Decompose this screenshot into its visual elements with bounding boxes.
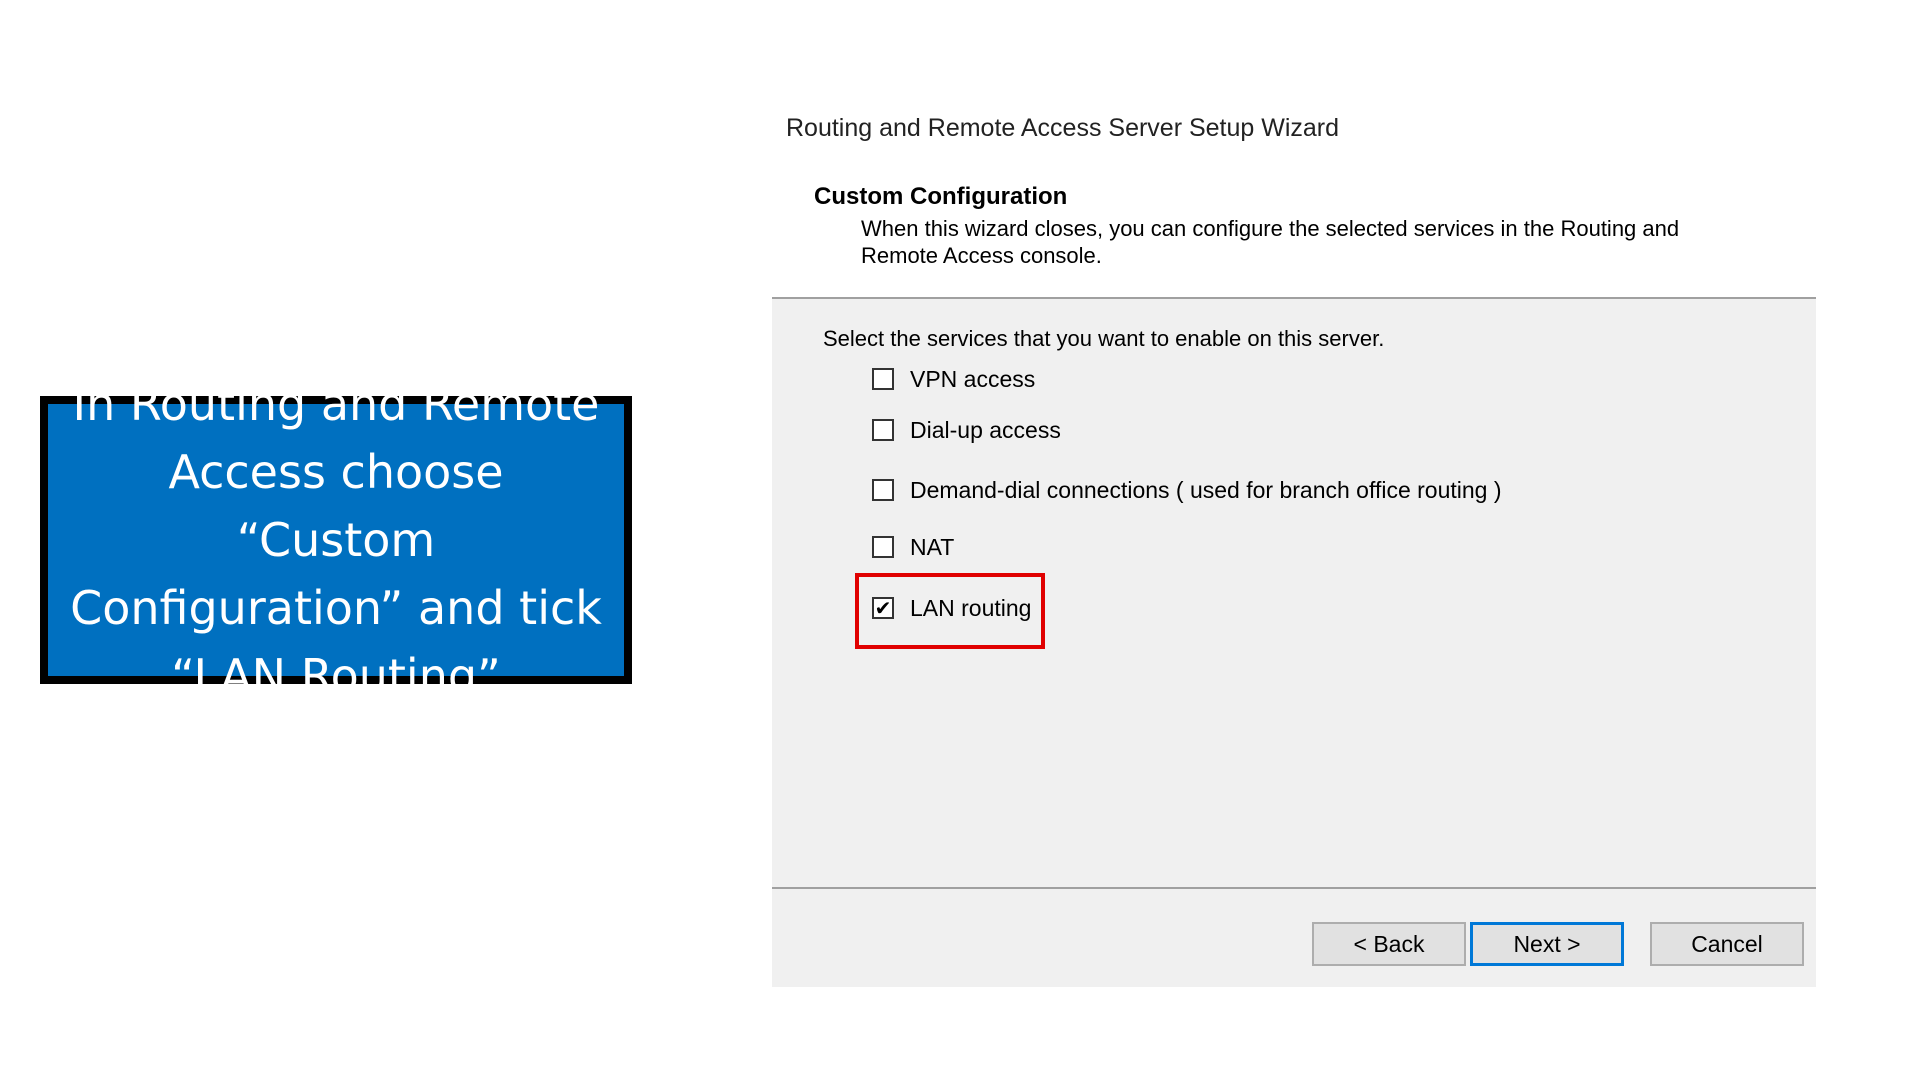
cancel-button[interactable]: Cancel xyxy=(1650,922,1804,966)
option-label: VPN access xyxy=(910,365,1036,392)
option-label: Dial-up access xyxy=(910,416,1061,443)
nat-checkbox[interactable] xyxy=(872,536,894,558)
back-button[interactable]: < Back xyxy=(1312,922,1466,966)
option-dial-up-access[interactable]: Dial-up access xyxy=(872,415,1061,445)
option-vpn-access[interactable]: VPN access xyxy=(872,364,1035,394)
lan-routing-checkbox[interactable]: ✔ xyxy=(872,597,894,619)
section-description: When this wizard closes, you can configu… xyxy=(861,216,1680,268)
services-prompt: Select the services that you want to ena… xyxy=(823,326,1385,351)
option-demand-dial[interactable]: Demand-dial connections ( used for branc… xyxy=(872,475,1502,505)
demand-dial-checkbox[interactable] xyxy=(872,479,894,501)
option-label: LAN routing xyxy=(910,594,1032,621)
callout-text: In Routing and Remote Access choose “Cus… xyxy=(70,377,602,703)
option-nat[interactable]: NAT xyxy=(872,532,954,562)
dial-up-access-checkbox[interactable] xyxy=(872,419,894,441)
instruction-callout: In Routing and Remote Access choose “Cus… xyxy=(40,377,632,703)
dialog-title: Routing and Remote Access Server Setup W… xyxy=(786,114,1340,142)
option-label: Demand-dial connections ( used for branc… xyxy=(910,476,1502,503)
next-button[interactable]: Next > xyxy=(1470,922,1624,966)
option-lan-routing[interactable]: ✔ LAN routing xyxy=(872,593,1031,623)
vpn-access-checkbox[interactable] xyxy=(872,368,894,390)
checkmark-icon: ✔ xyxy=(874,596,892,620)
section-title: Custom Configuration xyxy=(814,183,1068,210)
option-label: NAT xyxy=(910,533,955,560)
